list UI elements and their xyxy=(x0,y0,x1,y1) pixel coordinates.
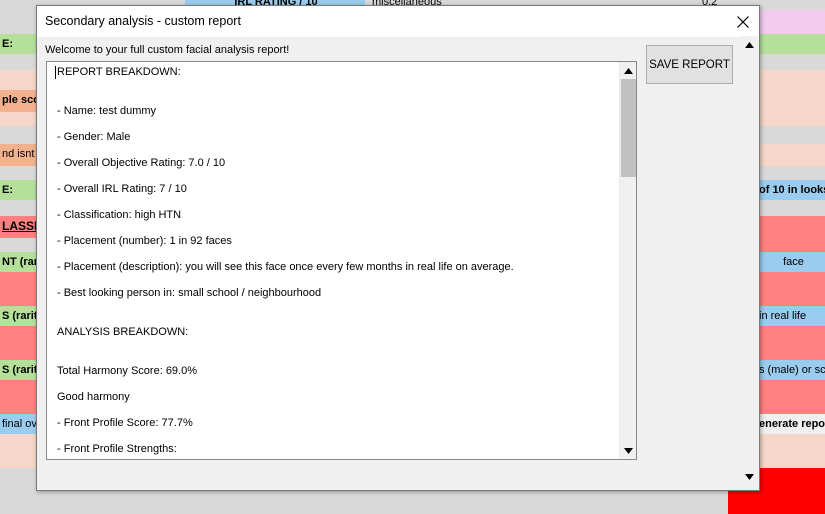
sheet-cell[interactable] xyxy=(760,200,825,216)
sheet-cell[interactable] xyxy=(0,70,36,90)
sheet-cell[interactable] xyxy=(760,434,825,468)
sheet-cell[interactable]: final ov xyxy=(0,414,36,434)
scroll-up-button[interactable] xyxy=(620,62,636,79)
close-button[interactable] xyxy=(726,6,759,37)
report-scrollbar[interactable] xyxy=(619,62,636,459)
sheet-cell[interactable]: face xyxy=(760,252,825,272)
title-bar[interactable]: Secondary analysis - custom report xyxy=(37,6,759,37)
sheet-cell[interactable] xyxy=(760,216,825,252)
arrow-down-icon xyxy=(745,473,754,480)
report-line: - Overall IRL Rating: 7 / 10 xyxy=(57,183,187,195)
report-line: - Name: test dummy xyxy=(57,105,157,117)
welcome-label: Welcome to your full custom facial analy… xyxy=(45,44,290,56)
report-textbox[interactable]: REPORT BREAKDOWN: - Name: test dummy - G… xyxy=(46,61,637,460)
close-icon xyxy=(736,15,749,28)
report-line: - Best looking person in: small school /… xyxy=(57,287,322,299)
sheet-scroll-up-button[interactable] xyxy=(741,36,758,53)
sheet-cell[interactable] xyxy=(760,126,825,144)
dialog-title: Secondary analysis - custom report xyxy=(45,14,241,28)
sheet-cell[interactable] xyxy=(760,166,825,180)
sheet-cell[interactable] xyxy=(0,380,36,414)
sheet-cell[interactable] xyxy=(760,70,825,126)
report-line: - Front Profile Strengths: xyxy=(57,443,177,455)
report-line: Total Harmony Score: 69.0% xyxy=(57,365,198,377)
sheet-cell[interactable] xyxy=(0,326,36,360)
sheet-cell[interactable] xyxy=(760,54,825,70)
sheet-cell[interactable] xyxy=(760,34,825,54)
report-line: - Gender: Male xyxy=(57,131,131,143)
sheet-cell[interactable]: enerate repor xyxy=(757,414,825,434)
report-line: REPORT BREAKDOWN: xyxy=(57,66,181,78)
report-line: ANALYSIS BREAKDOWN: xyxy=(57,326,189,338)
report-line: Good harmony xyxy=(57,391,130,403)
sheet-cell[interactable]: E: xyxy=(0,180,36,200)
sheet-cell[interactable]: E: xyxy=(0,34,36,54)
sheet-cell[interactable] xyxy=(0,54,36,70)
sheet-cell[interactable] xyxy=(760,326,825,360)
sheet-cell[interactable]: ple sco xyxy=(0,90,36,112)
save-report-button[interactable]: SAVE REPORT xyxy=(646,45,733,84)
sheet-scrollbar[interactable] xyxy=(741,36,758,485)
arrow-down-icon xyxy=(624,447,633,454)
sheet-cell[interactable] xyxy=(0,166,36,180)
scroll-down-button[interactable] xyxy=(620,442,636,459)
report-line: - Classification: high HTN xyxy=(57,209,182,221)
text-caret xyxy=(55,66,56,79)
sheet-cell[interactable] xyxy=(760,380,825,414)
arrow-up-icon xyxy=(624,67,633,74)
report-dialog: Secondary analysis - custom report Welco… xyxy=(36,5,760,491)
sheet-cell[interactable] xyxy=(760,272,825,306)
report-line: - Placement (description): you will see … xyxy=(57,261,514,273)
sheet-cell[interactable] xyxy=(760,144,825,166)
sheet-cell[interactable]: of 10 in looks xyxy=(757,180,825,200)
sheet-cell[interactable]: nd isnt c xyxy=(0,144,36,166)
scroll-thumb[interactable] xyxy=(621,79,636,177)
sheet-cell[interactable]: S (rarity xyxy=(0,360,36,380)
sheet-cell[interactable] xyxy=(0,200,36,216)
sheet-cell[interactable] xyxy=(0,272,36,306)
sheet-cell[interactable]: S (rarity xyxy=(0,306,36,326)
sheet-cell[interactable] xyxy=(0,434,36,468)
arrow-up-icon xyxy=(745,41,754,48)
sheet-scroll-down-button[interactable] xyxy=(741,468,758,485)
report-line: - Front Profile Score: 77.7% xyxy=(57,417,193,429)
sheet-cell[interactable] xyxy=(0,112,36,126)
report-line: - Placement (number): 1 in 92 faces xyxy=(57,235,232,247)
sheet-cell[interactable] xyxy=(0,126,36,144)
sheet-cell[interactable] xyxy=(760,10,825,34)
sheet-cell[interactable]: s (male) or sc xyxy=(757,360,825,380)
sheet-cell[interactable]: in real life xyxy=(757,306,825,326)
sheet-cell[interactable]: NT (rarit xyxy=(0,252,36,272)
report-line: - Overall Objective Rating: 7.0 / 10 xyxy=(57,157,226,169)
sheet-cell[interactable]: LASSIF xyxy=(0,216,36,238)
